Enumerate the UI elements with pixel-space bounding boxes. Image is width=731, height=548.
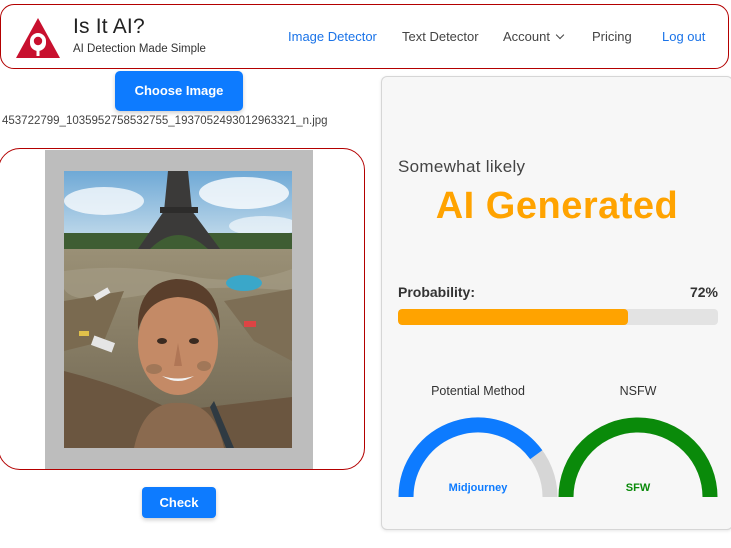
brand-subtitle: AI Detection Made Simple: [73, 43, 206, 55]
probability-bar: [398, 309, 718, 325]
result-panel: Somewhat likely AI Generated Probability…: [381, 76, 731, 530]
nav-account-dropdown[interactable]: Account: [503, 29, 565, 44]
nav-pricing[interactable]: Pricing: [592, 29, 632, 44]
nsfw-gauge-title: NSFW: [619, 384, 657, 398]
nsfw-gauge-value: SFW: [625, 482, 651, 494]
chevron-down-icon: [555, 30, 565, 40]
probability-value: 72%: [689, 284, 718, 300]
probability-label: Probability:: [398, 284, 476, 300]
check-button[interactable]: Check: [142, 487, 216, 518]
selected-filename: 453722799_1035952758532755_1937052493012…: [2, 115, 328, 127]
likelihood-text: Somewhat likely: [398, 157, 526, 176]
nav-image-detector[interactable]: Image Detector: [288, 29, 377, 44]
brand-title[interactable]: Is It AI?: [73, 15, 145, 39]
nav-logout[interactable]: Log out: [662, 29, 705, 44]
nav-account-label: Account: [503, 29, 550, 44]
probability-bar-fill: [398, 309, 629, 325]
verdict-text: AI Generated: [435, 185, 679, 227]
image-preview-frame: [45, 150, 313, 469]
method-gauge-title: Potential Method: [431, 384, 525, 398]
uploaded-photo: [64, 171, 292, 448]
image-preview-card: [0, 148, 365, 470]
choose-image-button[interactable]: Choose Image: [115, 71, 243, 111]
method-gauge-value: Midjourney: [448, 482, 508, 494]
top-navbar: Is It AI? AI Detection Made Simple Image…: [0, 4, 729, 69]
robot-logo-icon[interactable]: [15, 17, 61, 59]
nav-text-detector[interactable]: Text Detector: [402, 29, 479, 44]
